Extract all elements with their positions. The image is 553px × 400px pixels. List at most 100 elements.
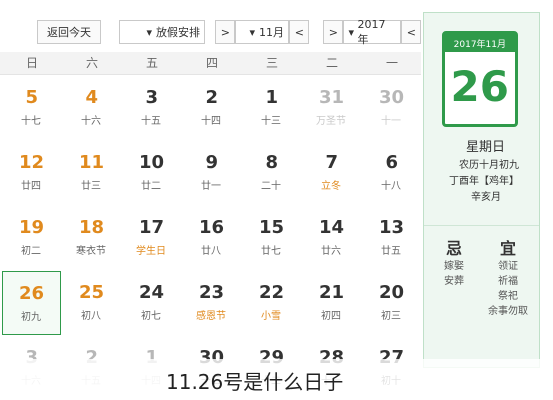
day-cell[interactable]: 4 十六: [62, 76, 121, 140]
day-cell[interactable]: 16 廿八: [182, 206, 241, 270]
icon-year-month: 2017年11月: [445, 34, 515, 52]
yi-title: 宜: [500, 239, 517, 258]
day-cell[interactable]: 24 初七: [122, 271, 181, 335]
year-select[interactable]: 2017年 ▾: [343, 18, 401, 46]
day-cell[interactable]: 21 初四: [302, 271, 361, 335]
weekday-header-cell: 日: [25, 56, 38, 70]
month-next-button[interactable]: >: [215, 20, 235, 44]
day-number: 31: [318, 87, 345, 108]
day-cell[interactable]: 15 廿七: [242, 206, 301, 270]
calendar-grid: 一 二 三 四 五 六 日 30 十一 31 万圣节 1 十三 2 十四 3 十五 4 十六 5 十七 6 十八 7 立冬 8 二…: [0, 52, 421, 400]
lunar-label: 十三: [261, 116, 282, 127]
day-cell[interactable]: 18 寒衣节: [62, 206, 121, 270]
day-number: 25: [78, 282, 105, 303]
day-number: 9: [205, 152, 218, 173]
weekday-header-cell: 五: [145, 56, 158, 70]
day-cell[interactable]: 31 万圣节: [302, 76, 361, 140]
lunar-label: 初八: [81, 311, 102, 322]
day-number: 11: [78, 152, 105, 173]
day-number: 5: [25, 87, 38, 108]
weekday-header: 一二三四五六日: [0, 52, 421, 75]
lunar-label: 寒衣节: [76, 246, 107, 257]
day-cell[interactable]: 14 廿六: [302, 206, 361, 270]
day-cell[interactable]: 11 廿三: [62, 141, 121, 205]
panel-divider: [424, 225, 539, 226]
day-number: 26: [18, 283, 45, 304]
lunar-label: 廿三: [81, 181, 102, 192]
day-cell[interactable]: 5 十七: [2, 76, 61, 140]
lunar-label: 万圣节: [316, 116, 347, 127]
calendar-toolbar: < 2017年 ▾ > < 11月 ▾ > 放假安排 ▾ 返回今天: [31, 18, 421, 46]
ganzhi-year: 丁酉年【鸡年】: [449, 176, 519, 187]
yi-item: 领证: [498, 261, 518, 272]
lunar-label: 十一: [381, 116, 402, 127]
back-to-today-button[interactable]: 返回今天: [37, 20, 101, 44]
chevron-down-icon: ▾: [249, 25, 255, 39]
day-number: 24: [138, 282, 165, 303]
ji-item: 嫁娶: [444, 261, 464, 272]
lunar-label: 十七: [21, 116, 42, 127]
day-cell[interactable]: 30 十一: [362, 76, 421, 140]
lunar-label: 十五: [141, 116, 162, 127]
day-cell[interactable]: 25 初八: [62, 271, 121, 335]
day-number: 19: [18, 217, 45, 238]
day-cell[interactable]: 26 初九: [2, 271, 61, 335]
lunar-label: 廿六: [321, 246, 342, 257]
day-number: 18: [78, 217, 105, 238]
lunar-label: 廿五: [381, 246, 402, 257]
holiday-select[interactable]: 放假安排 ▾: [119, 20, 205, 44]
calendar-app: 2017年11月 26 星期日 农历十月初九 丁酉年【鸡年】 辛亥月 宜 领证 …: [0, 0, 553, 400]
yi-item: 祈福: [498, 276, 518, 287]
day-cell[interactable]: 2 十四: [182, 76, 241, 140]
lunar-label: 感恩节: [196, 311, 227, 322]
yi-column: 宜 领证 祈福 祭祀 余事勿取: [483, 235, 533, 319]
day-number: 20: [378, 282, 405, 303]
day-cell[interactable]: 19 初二: [2, 206, 61, 270]
day-cell[interactable]: 3 十五: [122, 76, 181, 140]
day-number: 8: [265, 152, 278, 173]
month-select[interactable]: 11月 ▾: [235, 20, 289, 44]
day-cell[interactable]: 10 廿二: [122, 141, 181, 205]
day-number: 3: [145, 87, 158, 108]
lunar-label: 十八: [381, 181, 402, 192]
day-cell[interactable]: 7 立冬: [302, 141, 361, 205]
day-cell[interactable]: 13 廿五: [362, 206, 421, 270]
day-cell[interactable]: 8 二十: [242, 141, 301, 205]
day-number: 6: [385, 152, 398, 173]
day-number: 4: [85, 87, 98, 108]
ji-title: 忌: [446, 239, 463, 258]
ji-item: 安葬: [444, 276, 464, 287]
weekday-header-cell: 三: [265, 56, 278, 70]
chevron-down-icon: ▾: [348, 25, 354, 39]
calendar-day-icon: 2017年11月 26: [442, 31, 518, 127]
yi-item: 祭祀: [498, 291, 518, 302]
day-cell[interactable]: 22 小雪: [242, 271, 301, 335]
day-cell[interactable]: 6 十八: [362, 141, 421, 205]
year-prev-button[interactable]: <: [401, 20, 421, 44]
day-number: 10: [138, 152, 165, 173]
caption-text: 11.26号是什么日子: [166, 370, 344, 394]
weekday-header-cell: 二: [325, 56, 338, 70]
day-cell[interactable]: 17 学生日: [122, 206, 181, 270]
weekday-header-cell: 四: [205, 56, 218, 70]
day-number: 30: [378, 87, 405, 108]
lunar-label: 初四: [321, 311, 342, 322]
lunar-label: 十四: [201, 116, 222, 127]
day-cell[interactable]: 23 感恩节: [182, 271, 241, 335]
day-cell[interactable]: 9 廿一: [182, 141, 241, 205]
day-cell[interactable]: 1 十三: [242, 76, 301, 140]
lunar-date: 农历十月初九: [459, 160, 519, 171]
lunar-label: 廿二: [141, 181, 162, 192]
month-prev-button[interactable]: <: [289, 20, 309, 44]
lunar-label: 初九: [21, 312, 42, 323]
day-number: 14: [318, 217, 345, 238]
day-detail-panel: 2017年11月 26 星期日 农历十月初九 丁酉年【鸡年】 辛亥月 宜 领证 …: [423, 12, 540, 368]
day-cell[interactable]: 12 廿四: [2, 141, 61, 205]
day-number: 7: [325, 152, 338, 173]
lunar-label: 学生日: [136, 246, 167, 257]
icon-day-number: 26: [450, 62, 510, 111]
day-number: 22: [258, 282, 285, 303]
lunar-label: 小雪: [261, 311, 282, 322]
year-next-button[interactable]: >: [323, 20, 343, 44]
day-cell[interactable]: 20 初三: [362, 271, 421, 335]
